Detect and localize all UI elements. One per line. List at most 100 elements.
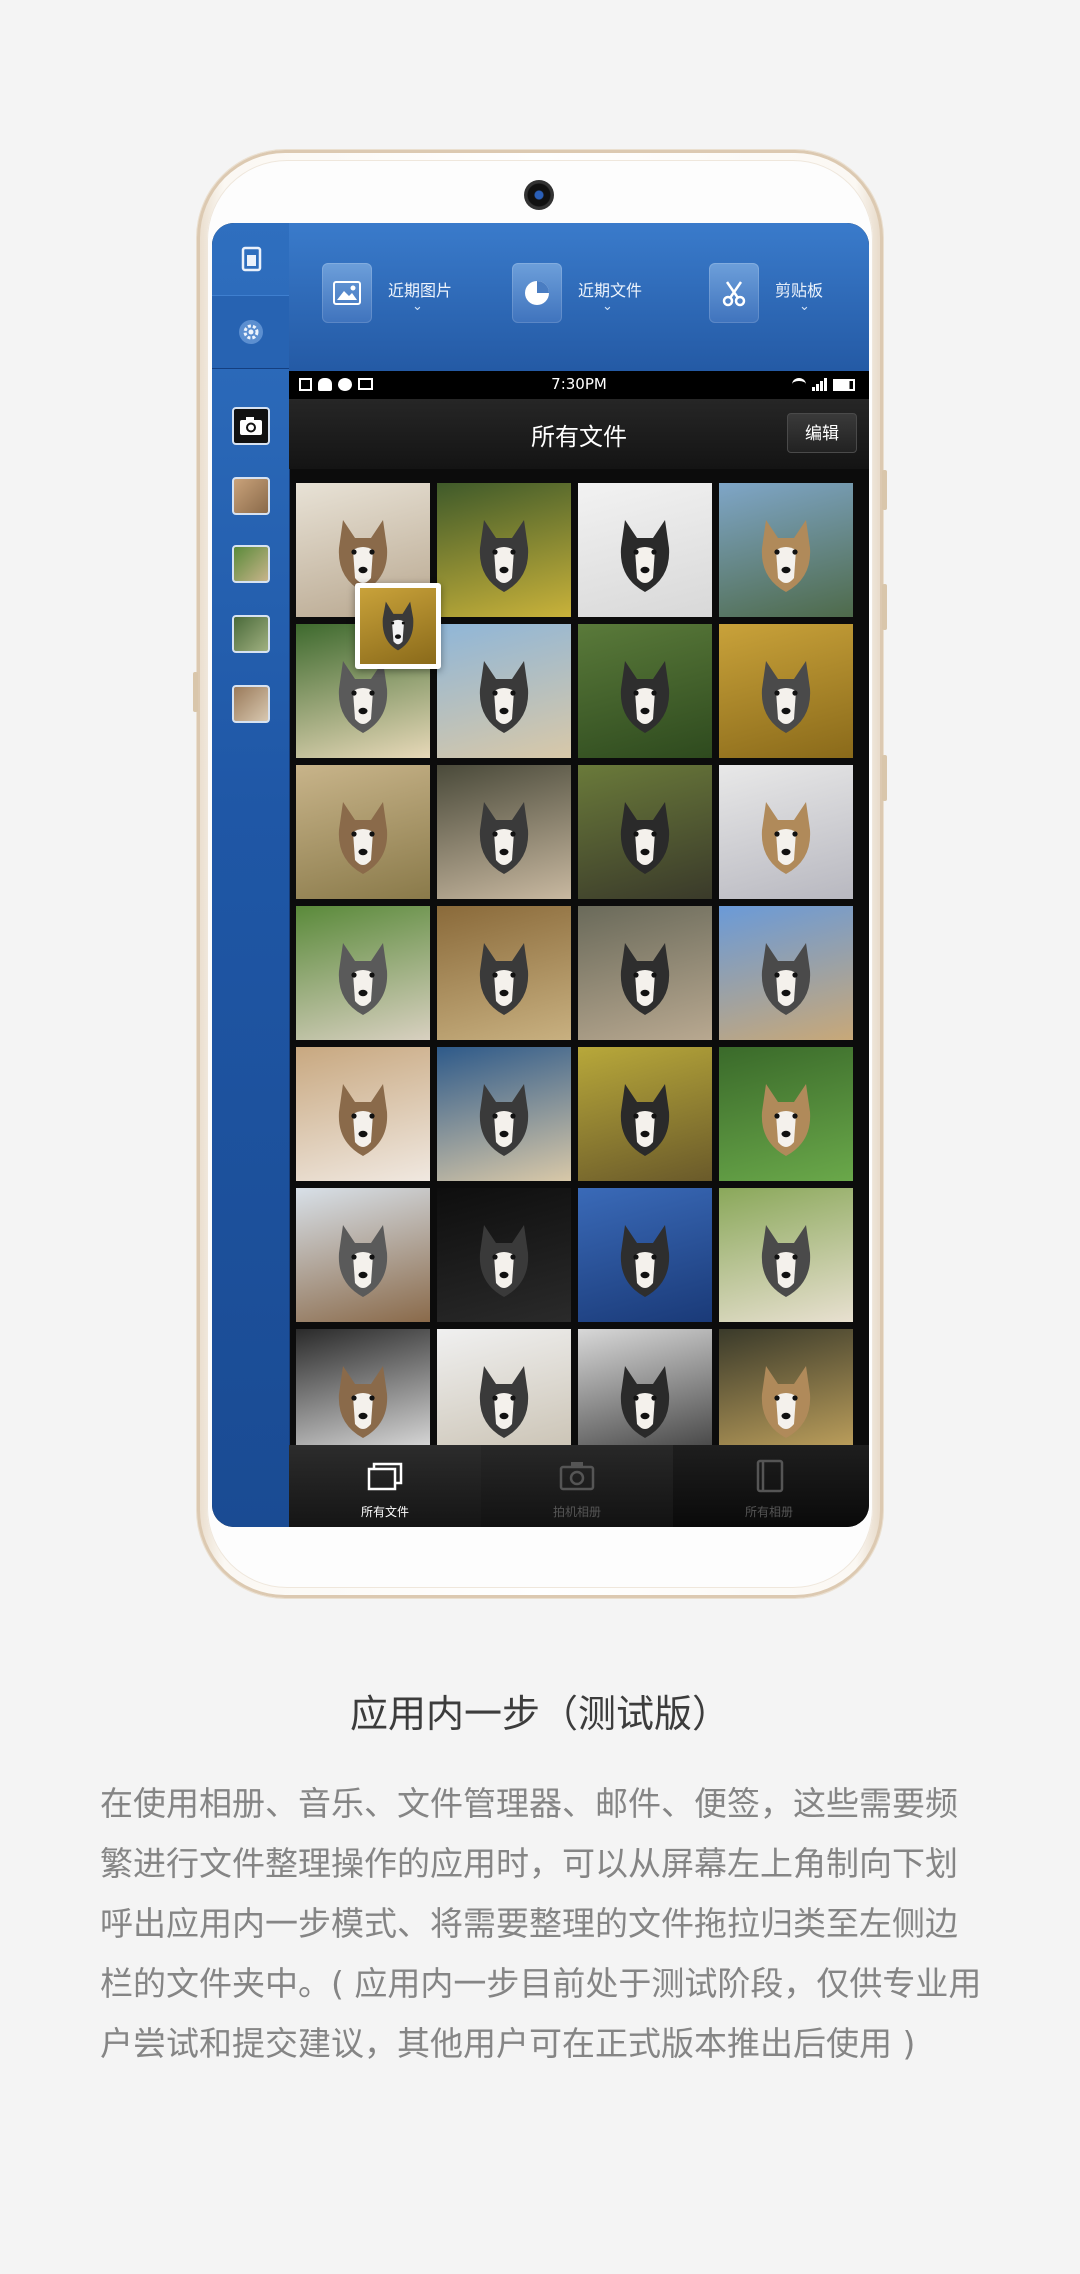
photo-thumbnail[interactable] [578,483,712,617]
sidebar-camera-folder[interactable] [232,407,270,445]
page-title: 所有文件 [531,423,627,451]
husky-photo-icon [620,1225,670,1297]
album-book-icon [756,1459,784,1493]
photo-thumbnail[interactable] [578,1329,712,1447]
phone-screen: 近期图片 ⌄ 近期文件 ⌄ 剪贴板 ⌄ 7:30PM 所有文件 编辑 所有文件 … [212,223,869,1527]
sidebar-settings-button[interactable] [212,296,289,369]
clipboard-button[interactable]: 剪贴板 ⌄ [709,263,823,323]
photo-thumbnail[interactable] [296,1047,430,1181]
photo-thumbnail[interactable] [578,1188,712,1322]
photo-thumbnail[interactable] [437,1047,571,1181]
power-button [882,470,887,510]
wifi-icon [792,378,806,391]
one-step-toolbar: 近期图片 ⌄ 近期文件 ⌄ 剪贴板 ⌄ [289,223,869,371]
husky-photo-icon [338,943,388,1015]
husky-photo-icon [761,943,811,1015]
photo-thumbnail[interactable] [296,1329,430,1447]
signal-icon [812,378,827,391]
photo-thumbnail[interactable] [437,483,571,617]
husky-photo-icon [479,1366,529,1438]
photo-thumbnail[interactable] [719,1047,853,1181]
photo-thumbnail[interactable] [719,1188,853,1322]
husky-photo-icon [338,1084,388,1156]
recent-files-label: 近期文件 [578,281,643,300]
tab-all-files[interactable]: 所有文件 [289,1445,481,1527]
tab-camera-album-label: 拍机相册 [552,1505,601,1519]
photo-thumbnail[interactable] [719,1329,853,1447]
bottom-tab-bar: 所有文件 拍机相册 所有相册 [289,1445,869,1527]
husky-photo-icon [620,943,670,1015]
photo-thumbnail[interactable] [437,1188,571,1322]
husky-photo-icon [620,1084,670,1156]
sidebar-folder-2[interactable] [232,545,270,583]
sidebar-folder-1[interactable] [232,477,270,515]
battery-icon [833,379,855,391]
dragged-photo-image [360,588,436,664]
dragged-photo[interactable] [355,583,441,669]
photo-thumbnail[interactable] [578,624,712,758]
husky-photo-icon [382,601,414,651]
scissors-icon [709,263,759,323]
recent-files-button[interactable]: 近期文件 ⌄ [512,263,642,323]
photo-thumbnail[interactable] [719,906,853,1040]
photo-thumbnail[interactable] [578,906,712,1040]
recent-images-label: 近期图片 [388,281,453,300]
photo-thumbnail[interactable] [437,1329,571,1447]
chevron-down-icon: ⌄ [412,299,423,314]
one-step-sidebar [212,223,290,1527]
husky-photo-icon [479,943,529,1015]
photo-thumbnail[interactable] [578,1047,712,1181]
photo-thumbnail[interactable] [437,624,571,758]
recent-images-button[interactable]: 近期图片 ⌄ [322,263,452,323]
husky-photo-icon [479,520,529,592]
tab-all-albums-label: 所有相册 [744,1505,793,1519]
husky-photo-icon [620,661,670,733]
husky-photo-icon [338,1225,388,1297]
photo-thumbnail[interactable] [437,765,571,899]
section-heading: 应用内一步（测试版） [349,1692,730,1736]
volume-button [193,672,198,712]
tab-camera-album[interactable]: 拍机相册 [481,1445,673,1527]
photo-thumbnail[interactable] [437,906,571,1040]
photo-thumbnail[interactable] [296,765,430,899]
chevron-down-icon: ⌄ [602,299,613,314]
tab-all-albums[interactable]: 所有相册 [673,1445,865,1527]
sidebar-folder-3[interactable] [232,615,270,653]
gear-icon [238,320,263,344]
system-icons [792,378,855,391]
husky-photo-icon [761,1084,811,1156]
photo-thumbnail[interactable] [719,624,853,758]
pie-clock-icon [512,263,562,323]
files-stack-icon [367,1462,403,1491]
husky-photo-icon [479,802,529,874]
photo-thumbnail[interactable] [296,906,430,1040]
husky-photo-icon [338,802,388,874]
side-button-3 [882,755,887,801]
husky-photo-icon [620,802,670,874]
husky-photo-icon [479,661,529,733]
husky-photo-icon [761,1225,811,1297]
side-button-2 [882,584,887,630]
sidebar-folder-4[interactable] [232,685,270,723]
husky-photo-icon [761,661,811,733]
photo-thumbnail[interactable] [578,765,712,899]
photo-thumbnail[interactable] [719,765,853,899]
tab-all-files-label: 所有文件 [360,1505,409,1519]
photo-thumbnail[interactable] [296,1188,430,1322]
husky-photo-icon [479,1084,529,1156]
status-time: 7:30PM [551,375,607,393]
image-icon [322,263,372,323]
section-description: 在使用相册、音乐、文件管理器、邮件、便签，这些需要频繁进行文件整理操作的应用时，… [100,1784,982,2063]
stack-pages-icon [241,246,261,272]
camera-icon [240,417,262,435]
husky-photo-icon [620,1366,670,1438]
edit-button[interactable]: 编辑 [787,413,857,453]
photo-thumbnail[interactable] [719,483,853,617]
app-title-bar: 所有文件 编辑 [289,399,869,469]
chevron-down-icon: ⌄ [799,299,810,314]
sidebar-top-button[interactable] [212,223,289,296]
husky-photo-icon [620,520,670,592]
status-bar: 7:30PM [289,371,869,399]
husky-photo-icon [479,1225,529,1297]
husky-photo-icon [761,1366,811,1438]
